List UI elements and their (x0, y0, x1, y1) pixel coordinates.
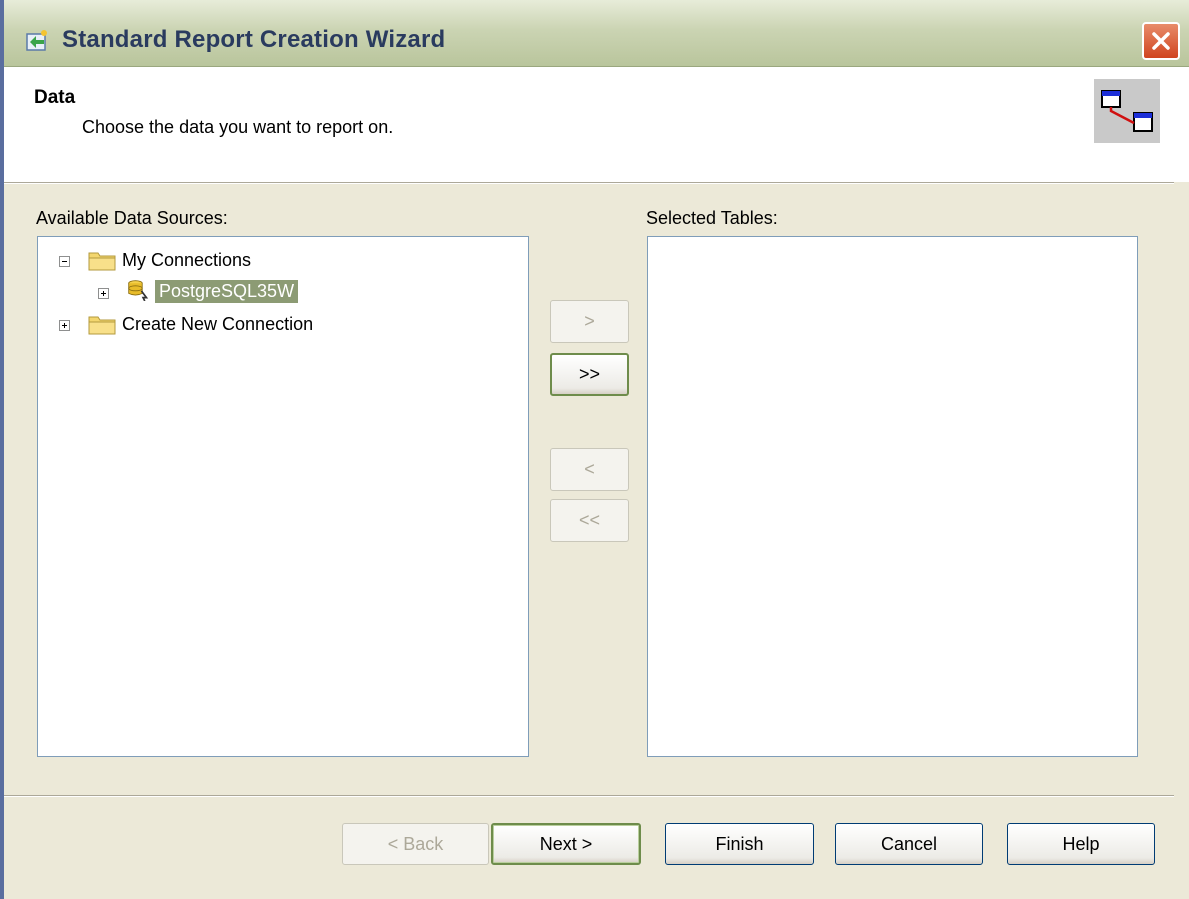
folder-icon (88, 252, 116, 271)
table-link-icon (1094, 79, 1160, 143)
database-icon (128, 280, 149, 301)
tree-node-label: Create New Connection (122, 314, 314, 334)
window-title: Standard Report Creation Wizard (62, 26, 446, 53)
selected-tables-label: Selected Tables: (646, 208, 778, 228)
back-button[interactable]: < Back (342, 823, 489, 865)
cancel-button[interactable]: Cancel (835, 823, 983, 865)
available-sources-label: Available Data Sources: (36, 208, 228, 228)
tree-node-label: My Connections (122, 250, 252, 270)
add-one-button[interactable]: > (550, 300, 629, 343)
title-bar[interactable]: Standard Report Creation Wizard (4, 0, 1189, 67)
remove-all-button[interactable]: << (550, 499, 629, 542)
tree-node-my-connections[interactable]: My Connections (38, 247, 518, 275)
tree-node-label: PostgreSQL35W (155, 280, 299, 303)
wizard-window: Standard Report Creation Wizard Data Cho… (0, 0, 1189, 899)
expand-toggle[interactable] (98, 288, 109, 299)
available-sources-tree[interactable]: My Connections PostgreSQL35W Create New … (37, 236, 529, 757)
remove-one-button[interactable]: < (550, 448, 629, 491)
folder-icon (88, 316, 116, 335)
expand-toggle[interactable] (59, 320, 70, 331)
close-icon (1152, 32, 1170, 50)
collapse-toggle[interactable] (59, 256, 70, 267)
page-title: Data (34, 87, 76, 108)
close-button[interactable] (1142, 22, 1180, 60)
help-button[interactable]: Help (1007, 823, 1155, 865)
tree-node-create-new-connection[interactable]: Create New Connection (38, 311, 518, 339)
wizard-header: Data Choose the data you want to report … (4, 67, 1189, 182)
tree-node-postgresql[interactable]: PostgreSQL35W (38, 279, 518, 307)
add-all-button[interactable]: >> (550, 353, 629, 396)
page-subtitle: Choose the data you want to report on. (82, 117, 394, 137)
next-button[interactable]: Next > (491, 823, 641, 865)
finish-button[interactable]: Finish (665, 823, 814, 865)
selected-tables-list[interactable] (647, 236, 1138, 757)
wizard-icon (26, 30, 47, 51)
